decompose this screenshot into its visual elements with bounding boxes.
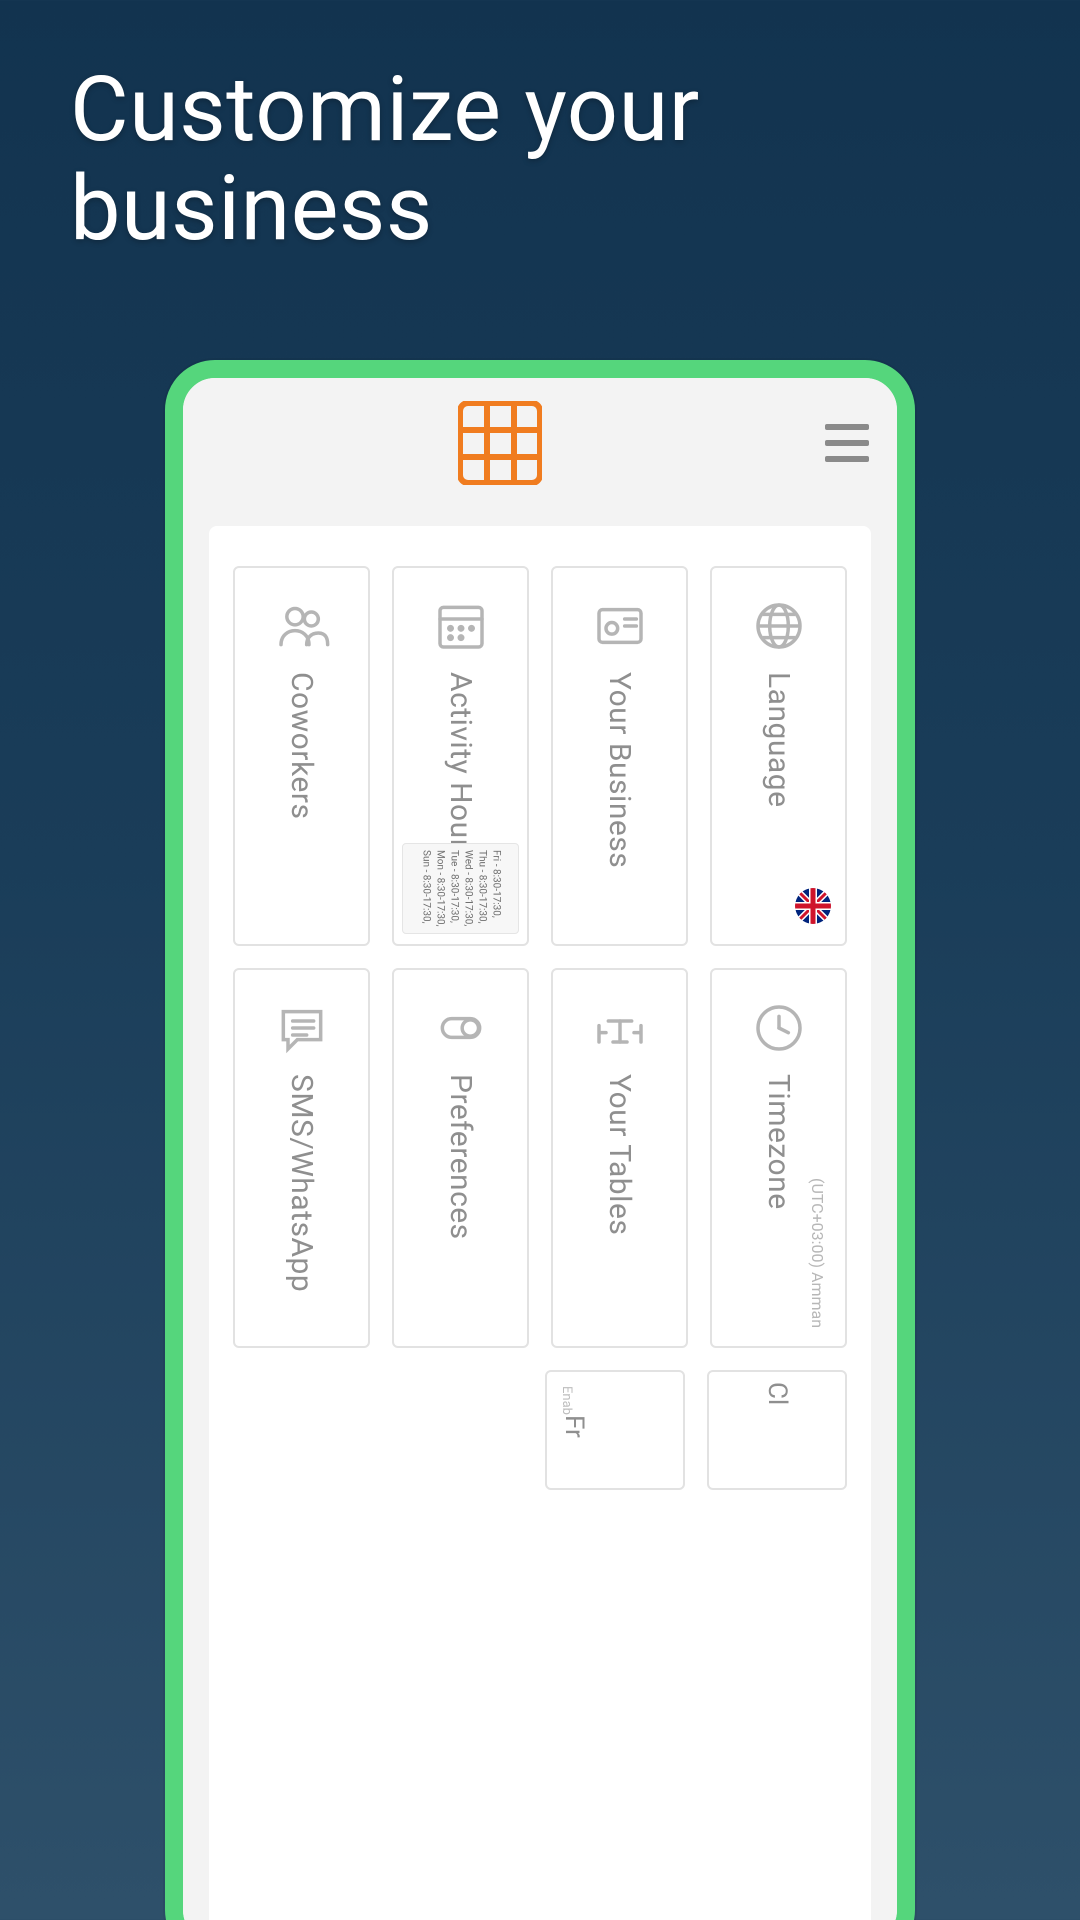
device-frame: Coworkers Activity Hours <box>165 360 915 1920</box>
hours-line: Wed - 8:30-17:30, <box>462 850 474 927</box>
tile-label: Preferences <box>443 1074 478 1240</box>
tile-preferences[interactable]: Preferences <box>392 968 529 1348</box>
partial-tile[interactable]: Cl <box>707 1370 847 1490</box>
tile-label: Your Business <box>602 672 637 868</box>
promo-headline: Customize your business <box>70 60 700 258</box>
tile-your-tables[interactable]: Your Tables <box>551 968 688 1348</box>
tile-coworkers[interactable]: Coworkers <box>233 566 370 946</box>
tile-label: SMS/WhatsApp <box>284 1074 319 1292</box>
message-icon <box>274 1000 330 1056</box>
device-side-button <box>897 1058 911 1278</box>
tile-timezone[interactable]: Timezone (UTC+03:00) Amman <box>710 968 847 1348</box>
hours-line: Thu - 8:30-17:30, <box>476 850 488 927</box>
clock-icon <box>751 1000 807 1056</box>
settings-panel: Coworkers Activity Hours <box>209 526 871 1920</box>
timezone-value: (UTC+03:00) Amman <box>808 1178 827 1328</box>
globe-icon <box>751 598 807 654</box>
activity-hours-preview: Sun - 8:30-17:30, Mon - 8:30-17:30, Tue … <box>402 843 519 934</box>
hours-line: Tue - 8:30-17:30, <box>448 850 460 927</box>
partial-tile-row: Enab Fr Cl <box>233 1370 847 1490</box>
tile-sms-whatsapp[interactable]: SMS/WhatsApp <box>233 968 370 1348</box>
partial-tile-label: Cl <box>762 1382 792 1405</box>
uk-flag-icon <box>795 888 831 924</box>
headline-line1: Customize your <box>70 57 700 162</box>
tile-label: Timezone <box>761 1074 796 1210</box>
headline-line2: business <box>70 156 433 261</box>
hours-line: Fri - 8:30-17:30, <box>490 850 502 927</box>
toggle-icon <box>433 1000 489 1056</box>
people-icon <box>274 598 330 654</box>
hours-line: Sun - 8:30-17:30, <box>420 850 432 927</box>
tile-language[interactable]: Language <box>710 566 847 946</box>
tile-activity-hours[interactable]: Activity Hours Sun - 8:30-17:30, Mon - 8… <box>392 566 529 946</box>
id-card-icon <box>592 598 648 654</box>
partial-tile[interactable]: Enab Fr <box>545 1370 685 1490</box>
app-logo-grid-icon[interactable] <box>458 401 542 485</box>
app-topbar <box>183 378 897 508</box>
tile-label: Coworkers <box>284 672 319 819</box>
hours-line: Mon - 8:30-17:30, <box>434 850 446 927</box>
partial-tile-label: Fr <box>559 1415 589 1438</box>
tile-your-business[interactable]: Your Business <box>551 566 688 946</box>
partial-tile-sub: Enab <box>559 1386 574 1415</box>
device-side-button <box>897 898 911 1018</box>
tile-label: Language <box>761 672 796 808</box>
calendar-icon <box>433 598 489 654</box>
table-chairs-icon <box>592 1000 648 1056</box>
tile-label: Your Tables <box>602 1074 637 1235</box>
menu-icon[interactable] <box>825 424 869 462</box>
tile-label: Activity Hours <box>443 672 478 865</box>
